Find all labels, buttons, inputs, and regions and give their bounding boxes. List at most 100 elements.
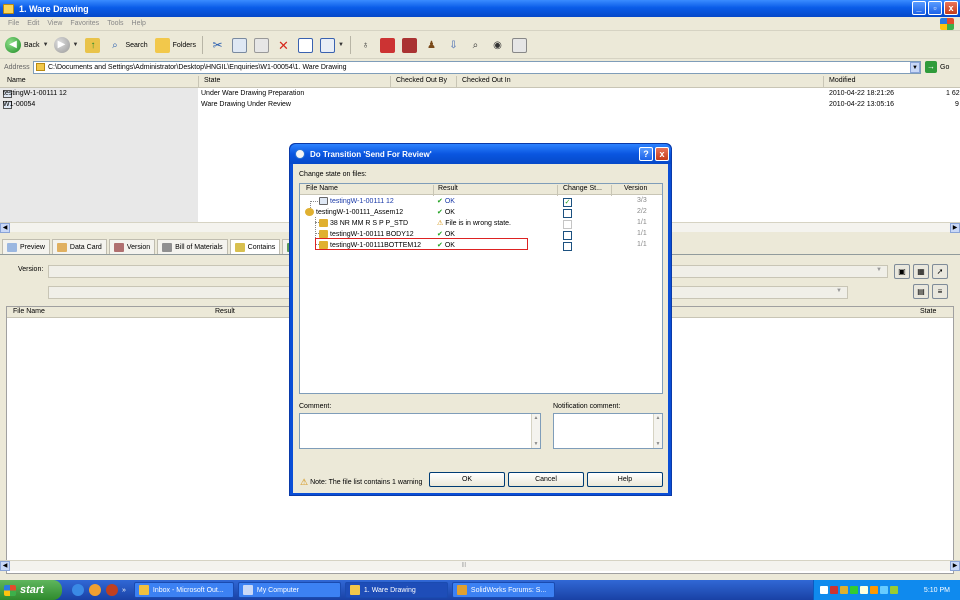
taskbar-item-ware-drawing[interactable]: 1. Ware Drawing [344, 582, 448, 598]
properties-icon[interactable] [298, 37, 313, 53]
file-list-row[interactable]: testingW-1-00111 12 Under Ware Drawing P… [0, 90, 960, 100]
column-divider[interactable] [611, 185, 612, 196]
column-header-result[interactable]: Result [438, 185, 458, 192]
scroll-right-icon[interactable]: ▶ [950, 223, 960, 233]
vertical-scrollbar[interactable]: ▲ ▼ [653, 414, 662, 448]
settings-icon[interactable] [511, 37, 527, 53]
dialog-close-button[interactable]: x [655, 147, 669, 161]
column-header-file-name[interactable]: File Name [13, 308, 45, 315]
up-folder-icon[interactable]: ↑ [85, 37, 101, 53]
scroll-up-icon[interactable]: ▲ [533, 415, 539, 421]
scroll-left-icon[interactable]: ◀ [0, 561, 10, 571]
maximize-button[interactable]: ▫ [928, 1, 942, 15]
chevron-down-icon[interactable]: ▼ [910, 62, 920, 73]
start-button[interactable]: start [0, 580, 62, 600]
scroll-left-icon[interactable]: ◀ [0, 223, 10, 233]
column-divider[interactable] [390, 76, 391, 88]
reference-icon[interactable]: ▤ [913, 284, 929, 299]
column-divider[interactable] [198, 76, 199, 88]
tray-icon[interactable] [850, 586, 858, 594]
ok-button[interactable]: OK [429, 472, 505, 487]
chevron-right-icon[interactable]: » [122, 587, 126, 594]
cut-icon[interactable]: ✂ [210, 38, 225, 53]
column-header-result[interactable]: Result [215, 308, 235, 315]
tab-preview[interactable]: Preview [2, 239, 50, 254]
column-header-modified[interactable]: Modified [829, 77, 855, 84]
forward-button[interactable]: ▶ ▼ [53, 35, 79, 55]
column-divider[interactable] [823, 76, 824, 88]
copy-icon[interactable] [232, 37, 247, 53]
chevron-down-icon[interactable]: ▼ [836, 288, 842, 294]
tray-icon[interactable] [820, 586, 828, 594]
scroll-down-icon[interactable]: ▼ [533, 441, 539, 447]
back-button[interactable]: ◀ Back ▼ [5, 35, 49, 55]
tab-data-card[interactable]: Data Card [51, 239, 107, 254]
file-row[interactable]: testingW-1-00111_Assem12 ✔ OK 2/2 [300, 208, 662, 219]
column-header-file-name[interactable]: File Name [306, 185, 338, 192]
dialog-help-button[interactable]: Help [587, 472, 663, 487]
go-button[interactable]: → Go [925, 61, 949, 73]
check-out-icon[interactable]: ♁ [358, 38, 373, 53]
tray-icon[interactable] [830, 586, 838, 594]
chevron-down-icon[interactable]: ▼ [338, 42, 344, 48]
close-button[interactable]: x [944, 1, 958, 15]
check-in-icon[interactable] [379, 37, 395, 53]
column-divider[interactable] [557, 185, 558, 196]
file-row[interactable]: 38 NR MM R S P P_STD ⚠ File is in wrong … [300, 219, 662, 230]
scroll-thumb-grip-icon[interactable]: ||| [462, 562, 466, 568]
view-icon[interactable]: ◉ [490, 38, 505, 53]
column-divider[interactable] [456, 76, 457, 88]
menu-edit[interactable]: Edit [27, 20, 39, 27]
tree-icon[interactable]: ≡ [932, 284, 948, 299]
find-icon[interactable]: ⌕ [468, 38, 483, 53]
clock[interactable]: 5:10 PM [924, 587, 950, 594]
media-icon[interactable] [106, 584, 118, 596]
scroll-down-icon[interactable]: ▼ [655, 441, 661, 447]
tray-icon[interactable] [890, 586, 898, 594]
scroll-right-icon[interactable]: ▶ [950, 561, 960, 571]
menu-help[interactable]: Help [132, 20, 146, 27]
grid-icon[interactable]: ▦ [913, 264, 929, 279]
file-list-row[interactable]: W1-00054 Ware Drawing Under Review 2010-… [0, 101, 960, 111]
tab-contains[interactable]: Contains [229, 239, 281, 254]
minimize-button[interactable]: _ [912, 1, 926, 15]
delete-icon[interactable]: ✕ [276, 38, 291, 53]
pointer-icon[interactable]: ➚ [932, 264, 948, 279]
column-header-checked-out-by[interactable]: Checked Out By [396, 77, 447, 84]
column-header-version[interactable]: Version [624, 185, 647, 192]
scroll-up-icon[interactable]: ▲ [655, 415, 661, 421]
address-input[interactable]: C:\Documents and Settings\Administrator\… [33, 61, 921, 74]
tray-icon[interactable] [880, 586, 888, 594]
change-state-checkbox[interactable] [563, 209, 572, 218]
column-header-name[interactable]: Name [7, 77, 26, 84]
get-latest-icon[interactable]: ⇩ [446, 38, 461, 53]
paste-icon[interactable] [254, 37, 269, 53]
tray-icon[interactable] [870, 586, 878, 594]
menu-favorites[interactable]: Favorites [70, 20, 99, 27]
vertical-scrollbar[interactable]: ▲ ▼ [531, 414, 540, 448]
taskbar-item-solidworks-forums[interactable]: SolidWorks Forums: S... [451, 582, 555, 598]
change-state-checkbox[interactable] [563, 231, 572, 240]
tray-icon[interactable] [860, 586, 868, 594]
column-header-checked-out-in[interactable]: Checked Out In [462, 77, 511, 84]
menu-tools[interactable]: Tools [107, 20, 123, 27]
column-header-state[interactable]: State [920, 308, 936, 315]
chevron-down-icon[interactable]: ▼ [43, 42, 49, 48]
change-state-checkbox[interactable] [563, 242, 572, 251]
tab-version[interactable]: Version [108, 239, 156, 254]
column-divider[interactable] [433, 185, 434, 196]
change-state-icon[interactable]: ♟ [424, 38, 439, 53]
horizontal-scrollbar[interactable]: ◀ ||| ▶ [0, 560, 960, 571]
file-row[interactable]: testingW-1-00111 12 ✔ OK ✓ 3/3 [300, 197, 662, 208]
chevron-down-icon[interactable]: ▼ [73, 42, 79, 48]
folders-button[interactable]: Folders [153, 35, 196, 55]
undo-check-out-icon[interactable] [401, 37, 417, 53]
column-header-change-state[interactable]: Change St... [563, 185, 602, 192]
tray-icon[interactable] [840, 586, 848, 594]
taskbar-item-my-computer[interactable]: My Computer [237, 582, 341, 598]
taskbar-item-outlook[interactable]: Inbox - Microsoft Out... [133, 582, 234, 598]
column-header-state[interactable]: State [204, 77, 220, 84]
ie-icon[interactable] [72, 584, 84, 596]
save-icon[interactable]: ▣ [894, 264, 910, 279]
views-icon[interactable] [320, 37, 335, 53]
